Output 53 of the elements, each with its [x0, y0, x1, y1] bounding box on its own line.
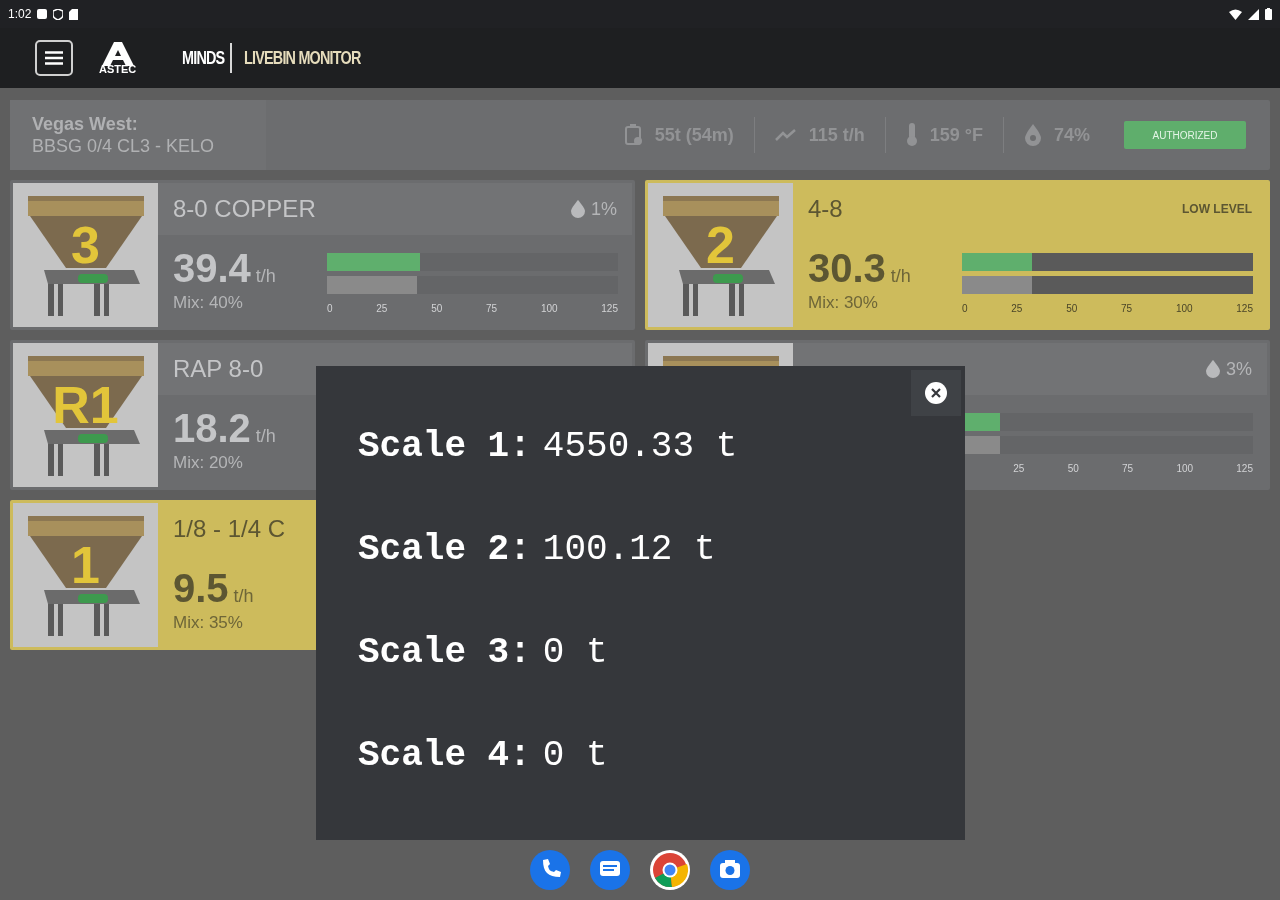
mix-percent: Mix: 35%	[173, 612, 244, 635]
moisture-value: 1%	[591, 197, 617, 221]
rate-unit: t/h	[255, 425, 276, 449]
axis-tick: 125	[1236, 461, 1253, 476]
rate-unit: t/h	[890, 265, 911, 289]
rate-value: 18.2	[173, 406, 251, 451]
mix-percent: Mix: 40%	[173, 292, 244, 315]
bin-number: R1	[51, 379, 120, 431]
mix-percent: Mix: 30%	[808, 292, 879, 315]
scale-label: Scale 1:	[358, 425, 531, 469]
rate-unit: t/h	[255, 265, 276, 289]
rate-value: 9.5	[173, 566, 229, 611]
axis-tick: 100	[1175, 301, 1193, 316]
scale-value: 100.12 t	[542, 528, 716, 572]
axis-tick: 25	[1013, 461, 1025, 476]
material-name: 8-0 COPPER	[173, 194, 316, 224]
bin-number: 2	[705, 219, 736, 271]
axis-tick: 100	[1176, 461, 1194, 476]
bin-number: 3	[70, 219, 101, 271]
axis-tick: 0	[327, 301, 333, 316]
page-title: LIVEBIN MONITOR	[244, 46, 361, 70]
rate-unit: t/h	[233, 585, 254, 609]
rate-value: 30.3	[808, 246, 886, 291]
mix-name: BBSG 0/4 CL3 - KELO	[32, 135, 216, 157]
scale-value: 0 t	[542, 734, 608, 778]
axis-tick: 50	[1067, 461, 1079, 476]
bin-number: 1	[70, 539, 101, 591]
moisture-value: 3%	[1226, 357, 1252, 381]
scale-label: Scale 4:	[358, 734, 531, 778]
axis-tick: 0	[962, 301, 968, 316]
scale-label: Scale 2:	[358, 528, 531, 572]
site-name: Vegas West:	[32, 113, 139, 135]
scale-value: 0 t	[542, 631, 608, 675]
alert-label: LOW LEVEL	[1182, 201, 1252, 218]
axis-tick: 75	[1122, 461, 1134, 476]
axis-tick: 25	[376, 301, 388, 316]
material-name: 1/8 - 1/4 C	[173, 514, 286, 544]
material-name: 4-8	[808, 194, 843, 224]
axis-tick: 75	[486, 301, 498, 316]
app-name: MINDS	[182, 46, 225, 70]
axis-tick: 50	[1066, 301, 1078, 316]
axis-tick: 50	[431, 301, 443, 316]
material-name: RAP 8-0	[173, 354, 264, 384]
axis-tick: 25	[1011, 301, 1023, 316]
axis-tick: 75	[1121, 301, 1133, 316]
status-time: 1:02	[8, 6, 32, 23]
scale-label: Scale 3:	[358, 631, 531, 675]
axis-tick: 125	[601, 301, 618, 316]
axis-tick: 125	[1236, 301, 1253, 316]
axis-tick: 100	[540, 301, 558, 316]
mix-percent: Mix: 20%	[173, 452, 244, 475]
rate-value: 39.4	[173, 246, 251, 291]
status-badge: AUTHORIZED	[1124, 121, 1246, 149]
